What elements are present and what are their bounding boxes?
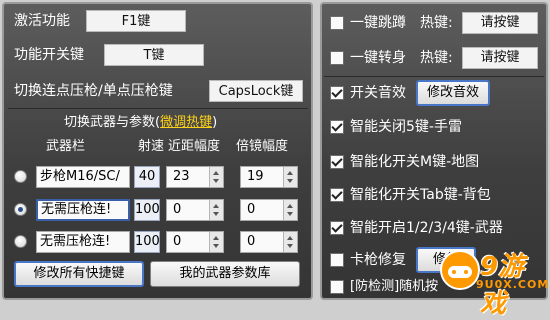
stepper-arrows[interactable] — [283, 200, 297, 220]
weapon-radio[interactable] — [14, 235, 27, 248]
divider — [324, 76, 544, 77]
scope-amplitude-value: 0 — [247, 202, 256, 217]
up-arrow-icon[interactable] — [287, 236, 293, 240]
scope-amplitude-stepper[interactable]: 0 — [240, 199, 298, 221]
weapon-params-library-button[interactable]: 我的武器参数库 — [150, 261, 300, 287]
switch-mode-label: 切换连点压枪/单点压枪键 — [14, 83, 173, 99]
switch-mode-key-field[interactable]: CapsLock键 — [209, 80, 303, 102]
anti-detect-label: [防检测]随机按 — [350, 279, 439, 294]
toggle-key-field[interactable]: T键 — [104, 44, 204, 66]
near-amplitude-stepper[interactable]: 23 — [166, 166, 224, 188]
gun-fix-checkbox[interactable] — [330, 253, 344, 267]
down-arrow-icon[interactable] — [213, 179, 219, 183]
main-settings-panel: 激活功能 F1键 功能开关键 T键 切换连点压枪/单点压枪键 CapsLock键… — [2, 2, 313, 300]
site-watermark: 9游戏 9U0X.COM — [436, 242, 550, 319]
map-toggle-checkbox[interactable] — [330, 155, 344, 169]
map-toggle-label: 智能化开关M键-地图 — [350, 154, 480, 170]
down-arrow-icon[interactable] — [213, 244, 219, 248]
stepper-arrows[interactable] — [209, 200, 223, 220]
gun-fix-label: 卡枪修复 — [350, 252, 406, 268]
weapon-section-title-text: 切换武器与参数 — [64, 115, 156, 130]
near-amplitude-stepper[interactable]: 0 — [166, 199, 224, 221]
jump-crouch-label: 一键跳蹲 — [350, 15, 406, 31]
turn-around-hotkey-field[interactable]: 请按键 — [462, 47, 538, 69]
anti-detect-checkbox[interactable] — [330, 280, 344, 294]
down-arrow-icon[interactable] — [287, 179, 293, 183]
sound-effect-checkbox[interactable] — [330, 86, 344, 100]
paren-close: ) — [212, 115, 218, 130]
stepper-arrows[interactable] — [209, 232, 223, 252]
stepper-arrows[interactable] — [283, 167, 297, 187]
down-arrow-icon[interactable] — [213, 212, 219, 216]
col-header-near: 近距幅度 — [168, 139, 221, 154]
up-arrow-icon[interactable] — [213, 171, 219, 175]
rate-field[interactable]: 40 — [134, 166, 160, 188]
weapon-radio[interactable] — [14, 170, 27, 183]
toggle-label: 功能开关键 — [14, 47, 84, 63]
hotkey-label: 热键: — [420, 15, 453, 31]
modify-sound-button[interactable]: 修改音效 — [416, 80, 490, 106]
scope-amplitude-stepper[interactable]: 0 — [240, 231, 298, 253]
down-arrow-icon[interactable] — [287, 212, 293, 216]
backpack-toggle-checkbox[interactable] — [330, 188, 344, 202]
near-amplitude-value: 0 — [173, 234, 182, 249]
jump-crouch-checkbox[interactable] — [330, 16, 344, 30]
weapon-radio[interactable] — [14, 203, 27, 216]
fine-tune-hotkey-link[interactable]: 微调热键 — [160, 115, 212, 130]
weapon-name-field[interactable]: 无需压枪连! — [36, 231, 130, 253]
col-header-weapon: 武器栏 — [46, 139, 86, 154]
activate-key-field[interactable]: F1键 — [86, 10, 186, 32]
watermark-url: 9U0X.COM — [476, 278, 550, 291]
rate-field[interactable]: 100 — [134, 231, 160, 253]
near-amplitude-value: 0 — [173, 202, 182, 217]
modify-all-hotkeys-button[interactable]: 修改所有快捷键 — [14, 261, 144, 287]
down-arrow-icon[interactable] — [287, 244, 293, 248]
stepper-arrows[interactable] — [209, 167, 223, 187]
near-amplitude-stepper[interactable]: 0 — [166, 231, 224, 253]
weapon-name-field[interactable]: 步枪M16/SC/ — [36, 166, 130, 188]
weapon-name-field[interactable]: 无需压枪连! — [36, 199, 130, 221]
weapon-keys-label: 智能开启1/2/3/4键-武器 — [350, 220, 503, 236]
near-amplitude-value: 23 — [173, 169, 190, 184]
grenade-auto-close-label: 智能关闭5键-手雷 — [350, 119, 462, 135]
stepper-arrows[interactable] — [283, 232, 297, 252]
weapon-keys-checkbox[interactable] — [330, 221, 344, 235]
col-header-scope: 倍镜幅度 — [236, 139, 289, 154]
activate-label: 激活功能 — [14, 13, 70, 29]
jump-crouch-hotkey-field[interactable]: 请按键 — [462, 12, 538, 34]
hotkey-label: 热键: — [420, 50, 453, 66]
turn-around-label: 一键转身 — [350, 50, 406, 66]
turn-around-checkbox[interactable] — [330, 51, 344, 65]
divider — [8, 108, 308, 109]
scope-amplitude-value: 19 — [247, 169, 264, 184]
up-arrow-icon[interactable] — [213, 204, 219, 208]
grenade-auto-close-checkbox[interactable] — [330, 120, 344, 134]
up-arrow-icon[interactable] — [287, 204, 293, 208]
scope-amplitude-value: 0 — [247, 234, 256, 249]
up-arrow-icon[interactable] — [287, 171, 293, 175]
up-arrow-icon[interactable] — [213, 236, 219, 240]
backpack-toggle-label: 智能化开关Tab键-背包 — [350, 187, 491, 203]
scope-amplitude-stepper[interactable]: 19 — [240, 166, 298, 188]
rate-field[interactable]: 100 — [134, 199, 160, 221]
weapon-section-title: 切换武器与参数(微调热键) — [64, 114, 217, 132]
col-header-rate: 射速 — [138, 139, 165, 154]
sound-effect-label: 开关音效 — [350, 85, 406, 101]
